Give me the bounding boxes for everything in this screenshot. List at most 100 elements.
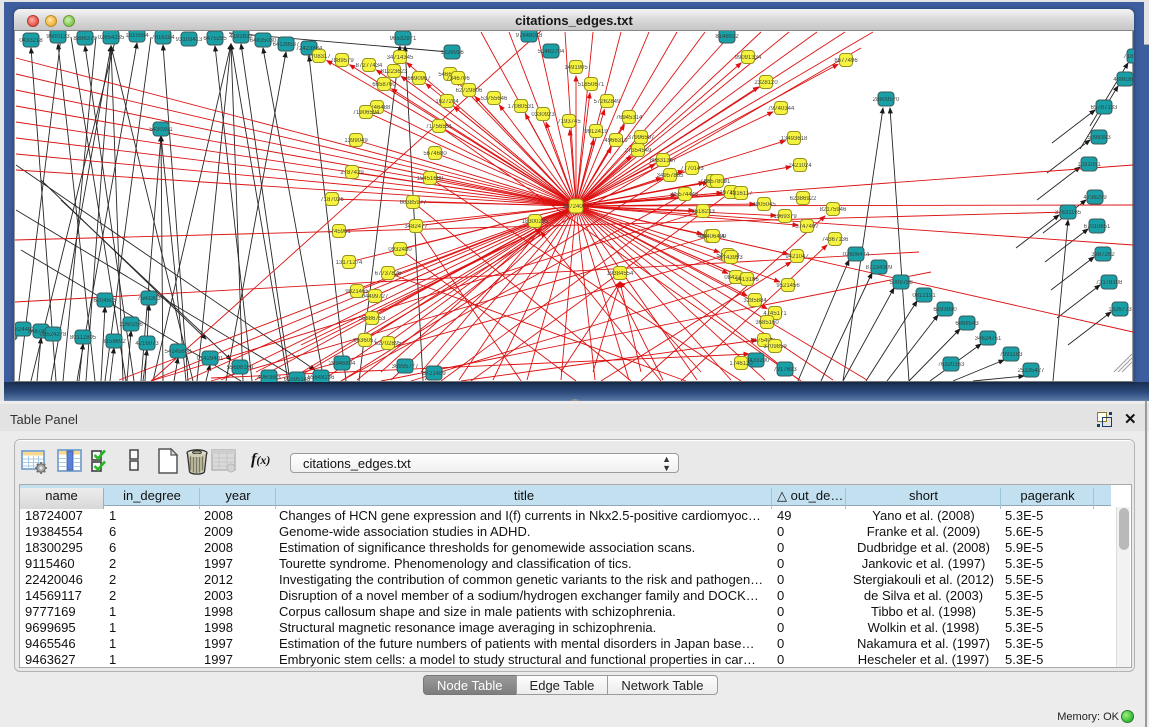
svg-text:65648236: 65648236 — [308, 375, 335, 381]
svg-text:7917693: 7917693 — [773, 367, 797, 373]
svg-text:62386922: 62386922 — [790, 196, 817, 202]
svg-text:34714345: 34714345 — [387, 55, 414, 61]
svg-text:97848018: 97848018 — [516, 33, 543, 39]
svg-text:18300295: 18300295 — [522, 219, 549, 225]
svg-text:71756551: 71756551 — [426, 124, 453, 130]
svg-text:17080531: 17080531 — [508, 104, 535, 110]
svg-text:6475255: 6475255 — [203, 36, 227, 42]
svg-text:6998543: 6998543 — [955, 321, 979, 327]
svg-text:04499727: 04499727 — [362, 294, 389, 300]
svg-text:57262849: 57262849 — [594, 99, 621, 105]
svg-text:60385977: 60385977 — [400, 200, 427, 206]
svg-text:1745961: 1745961 — [327, 229, 351, 235]
svg-text:5009788: 5009788 — [889, 280, 913, 286]
svg-text:82175946: 82175946 — [820, 207, 847, 213]
svg-text:6690967: 6690967 — [407, 76, 431, 82]
svg-text:6204505: 6204505 — [93, 298, 117, 304]
svg-text:02606474: 02606474 — [843, 252, 870, 258]
svg-text:9743953: 9743953 — [719, 255, 743, 261]
svg-text:1031051: 1031051 — [1077, 162, 1101, 168]
svg-text:54145868: 54145868 — [165, 349, 192, 355]
svg-text:80112805: 80112805 — [70, 335, 97, 341]
svg-text:6193990: 6193990 — [933, 307, 957, 313]
svg-text:4216073: 4216073 — [135, 341, 159, 347]
svg-text:1746120: 1746120 — [729, 361, 753, 367]
svg-text:65787133: 65787133 — [1091, 105, 1118, 111]
svg-text:34624751: 34624751 — [975, 336, 1002, 342]
svg-text:8386379: 8386379 — [73, 36, 97, 42]
svg-text:36995777: 36995777 — [392, 364, 419, 370]
svg-text:2421024: 2421024 — [788, 163, 812, 169]
svg-text:1491905: 1491905 — [564, 65, 588, 71]
svg-text:85574443: 85574443 — [672, 192, 699, 198]
svg-text:53755646: 53755646 — [481, 96, 508, 102]
svg-text:3158692: 3158692 — [102, 339, 126, 345]
svg-text:01429401: 01429401 — [197, 356, 224, 362]
svg-text:15451680: 15451680 — [417, 176, 444, 182]
svg-text:51462704: 51462704 — [538, 49, 565, 55]
svg-text:00524278: 00524278 — [40, 332, 67, 338]
svg-text:67737826: 67737826 — [375, 271, 402, 277]
svg-text:3285884: 3285884 — [743, 298, 767, 304]
svg-text:7770143: 7770143 — [680, 166, 704, 172]
svg-text:2787429: 2787429 — [340, 170, 364, 176]
svg-text:8708317: 8708317 — [307, 54, 331, 60]
svg-text:9600133: 9600133 — [46, 34, 70, 40]
svg-text:79740344: 79740344 — [768, 106, 795, 112]
svg-text:7889579: 7889579 — [330, 58, 354, 64]
svg-text:13171274: 13171274 — [336, 260, 363, 266]
svg-text:7991183: 7991183 — [1000, 352, 1024, 358]
svg-text:99091334: 99091334 — [735, 55, 762, 61]
svg-text:1399049: 1399049 — [344, 138, 368, 144]
svg-text:8677496: 8677496 — [834, 58, 858, 64]
svg-text:4966319: 4966319 — [604, 138, 628, 144]
svg-text:25135427: 25135427 — [1018, 368, 1045, 374]
svg-text:76320163: 76320163 — [938, 362, 965, 368]
svg-text:7193745: 7193745 — [557, 119, 581, 125]
svg-text:87234309: 87234309 — [866, 265, 893, 271]
svg-text:13493618: 13493618 — [781, 136, 808, 142]
svg-text:5674680: 5674680 — [423, 151, 447, 157]
svg-text:34957885: 34957885 — [657, 173, 684, 179]
svg-text:7543303: 7543303 — [137, 296, 161, 302]
svg-text:74367136: 74367136 — [822, 237, 849, 243]
svg-text:76945314: 76945314 — [616, 115, 643, 121]
svg-text:6658760: 6658760 — [372, 82, 396, 88]
svg-text:19384554: 19384554 — [607, 271, 634, 277]
svg-text:7346706: 7346706 — [446, 76, 470, 82]
svg-text:29946804: 29946804 — [329, 361, 356, 367]
svg-text:62702895: 62702895 — [375, 341, 402, 347]
svg-text:28809570: 28809570 — [873, 97, 900, 103]
svg-text:80831367: 80831367 — [650, 158, 677, 164]
svg-text:86578091: 86578091 — [704, 179, 731, 185]
svg-text:67010651: 67010651 — [1084, 224, 1111, 230]
svg-text:1326773: 1326773 — [1108, 307, 1132, 313]
svg-text:3685160: 3685160 — [755, 320, 779, 326]
svg-text:5430391: 5430391 — [149, 127, 173, 133]
svg-text:7187026: 7187026 — [320, 197, 344, 203]
svg-text:4896383: 4896383 — [1113, 77, 1134, 83]
svg-text:55886753: 55886753 — [359, 316, 386, 322]
svg-text:51850671: 51850671 — [578, 82, 605, 88]
svg-text:18724007: 18724007 — [563, 204, 590, 210]
svg-text:3709859: 3709859 — [763, 344, 787, 350]
svg-text:3518233: 3518233 — [691, 209, 715, 215]
svg-text:94406409: 94406409 — [700, 234, 727, 240]
svg-text:4738299: 4738299 — [1083, 195, 1107, 201]
svg-text:9413186: 9413186 — [735, 277, 759, 283]
svg-text:02654235: 02654235 — [98, 35, 125, 41]
svg-text:0932480: 0932480 — [388, 247, 412, 253]
svg-text:81223623: 81223623 — [381, 69, 408, 75]
svg-text:0812191: 0812191 — [912, 293, 936, 299]
svg-text:1969379: 1969379 — [773, 214, 797, 220]
svg-text:2260256: 2260256 — [119, 322, 143, 328]
svg-text:0330923: 0330923 — [531, 112, 555, 118]
svg-text:5098393: 5098393 — [1087, 135, 1111, 141]
svg-text:9421047: 9421047 — [785, 254, 809, 260]
svg-text:2328120: 2328120 — [754, 80, 778, 86]
svg-text:3482477: 3482477 — [404, 224, 428, 230]
svg-text:8148932: 8148932 — [715, 34, 739, 40]
svg-text:4316117: 4316117 — [730, 191, 754, 197]
svg-text:9912419: 9912419 — [584, 129, 608, 135]
svg-text:8721489: 8721489 — [422, 371, 446, 377]
